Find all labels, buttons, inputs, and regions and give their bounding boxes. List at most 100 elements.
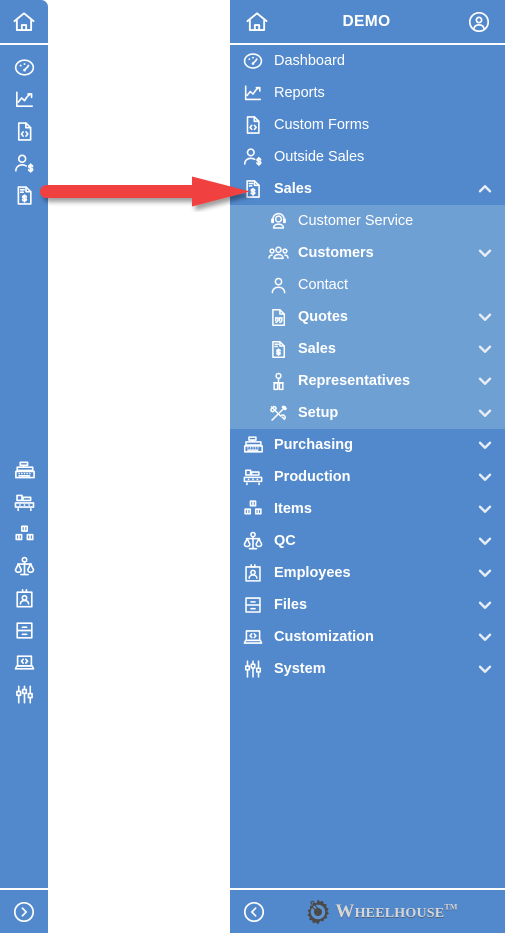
id-badge-icon	[15, 588, 33, 608]
rail-top-group	[0, 45, 48, 211]
rail-item-sales[interactable]	[0, 179, 48, 211]
menu-item-label: Sales	[274, 181, 312, 197]
menu-item-setup[interactable]: Setup	[230, 397, 505, 429]
menu-item-label: Setup	[298, 405, 339, 421]
home-icon	[13, 11, 35, 31]
scales-icon	[240, 530, 266, 552]
chevron-up-icon[interactable]	[475, 178, 495, 200]
laptop-code-icon	[14, 654, 34, 670]
menu-item-production[interactable]: Production	[230, 461, 505, 493]
menu-item-dashboard[interactable]: Dashboard	[230, 45, 505, 77]
line-chart-icon	[240, 82, 266, 104]
person-icon	[266, 275, 290, 296]
menu-item-sales[interactable]: Sales	[230, 173, 505, 205]
invoice-dollar-icon	[240, 178, 266, 200]
rail-collapse-button[interactable]	[0, 890, 48, 933]
menu-item-purchasing[interactable]: Purchasing	[230, 429, 505, 461]
menu-list: Dashboard Reports Custom Forms Outside Sale…	[230, 45, 505, 888]
chevron-down-icon[interactable]	[475, 626, 495, 648]
cash-register-icon	[14, 460, 35, 478]
menu-item-label: Customer Service	[298, 213, 414, 229]
rail-item-customization[interactable]	[0, 646, 48, 678]
chevron-down-icon[interactable]	[475, 402, 495, 424]
menu-item-label: Quotes	[298, 309, 348, 325]
menu-item-customers[interactable]: Customers	[230, 237, 505, 269]
rail-bottom-divider	[0, 888, 48, 890]
account-button[interactable]	[467, 10, 491, 34]
menu-item-label: Dashboard	[274, 53, 345, 69]
rail-item-reports[interactable]	[0, 83, 48, 115]
gear-logo-icon	[307, 898, 330, 925]
person-dollar-icon	[14, 153, 33, 173]
gauge-icon	[240, 50, 266, 72]
panel-header: DEMO	[230, 0, 505, 43]
rail-item-production[interactable]	[0, 486, 48, 518]
agent-headset-icon	[266, 211, 290, 232]
gauge-icon	[14, 58, 34, 76]
menu-item-qc[interactable]: QC	[230, 525, 505, 557]
file-cabinet-icon	[240, 594, 266, 616]
user-circle-icon	[468, 11, 490, 32]
laptop-code-icon	[240, 626, 266, 648]
chevron-down-icon[interactable]	[475, 338, 495, 360]
page-title: DEMO	[342, 12, 391, 30]
rail-item-files[interactable]	[0, 614, 48, 646]
rail-item-qc[interactable]	[0, 550, 48, 582]
people-group-icon	[266, 243, 290, 264]
rail-item-dashboard[interactable]	[0, 51, 48, 83]
menu-item-label: Customers	[298, 245, 374, 261]
menu-item-sales[interactable]: Sales	[230, 333, 505, 365]
sliders-icon	[240, 658, 266, 680]
menu-item-customization[interactable]: Customization	[230, 621, 505, 653]
rail-item-custom-forms[interactable]	[0, 115, 48, 147]
wheelhouse-logo: WHEELHOUSETM	[266, 897, 505, 927]
rail-item-items[interactable]	[0, 518, 48, 550]
menu-item-representatives[interactable]: Representatives	[230, 365, 505, 397]
menu-item-contact[interactable]: Contact	[230, 269, 505, 301]
chevron-down-icon[interactable]	[475, 658, 495, 680]
menu-item-label: QC	[274, 533, 296, 549]
person-dollar-icon	[240, 146, 266, 168]
chevron-down-icon[interactable]	[475, 594, 495, 616]
menu-item-label: Production	[274, 469, 351, 485]
file-cabinet-icon	[15, 621, 33, 639]
menu-item-system[interactable]: System	[230, 653, 505, 685]
boxes-icon	[240, 498, 266, 520]
tools-icon	[266, 403, 290, 424]
chevron-down-icon[interactable]	[475, 562, 495, 584]
menu-item-custom-forms[interactable]: Custom Forms	[230, 109, 505, 141]
menu-item-quotes[interactable]: Quotes	[230, 301, 505, 333]
rail-home-button[interactable]	[0, 0, 48, 43]
red-arrow-annotation	[40, 176, 250, 207]
conveyor-icon	[240, 466, 266, 488]
chevron-down-icon[interactable]	[475, 306, 495, 328]
menu-item-label: Reports	[274, 85, 325, 101]
navigation-panel: DEMO Dashboard Reports Custom Forms Outside…	[230, 0, 505, 933]
menu-item-customer-service[interactable]: Customer Service	[230, 205, 505, 237]
menu-item-employees[interactable]: Employees	[230, 557, 505, 589]
chevron-down-icon[interactable]	[475, 434, 495, 456]
menu-item-label: Customization	[274, 629, 374, 645]
wheelhouse-wordmark: WHEELHOUSETM	[335, 902, 457, 921]
chevron-down-icon[interactable]	[475, 370, 495, 392]
menu-item-label: Contact	[298, 277, 348, 293]
rail-item-system[interactable]	[0, 678, 48, 710]
rail-item-purchasing[interactable]	[0, 454, 48, 486]
chevron-down-icon[interactable]	[475, 466, 495, 488]
quote-document-icon	[266, 307, 290, 328]
invoice-dollar-icon	[17, 185, 32, 205]
header-home-button[interactable]	[244, 9, 270, 35]
chevron-down-icon[interactable]	[475, 242, 495, 264]
menu-item-reports[interactable]: Reports	[230, 77, 505, 109]
rail-item-employees[interactable]	[0, 582, 48, 614]
menu-item-outside-sales[interactable]: Outside Sales	[230, 141, 505, 173]
panel-collapse-button[interactable]	[242, 900, 266, 924]
menu-item-items[interactable]: Items	[230, 493, 505, 525]
chevron-down-icon[interactable]	[475, 498, 495, 520]
menu-item-label: Sales	[298, 341, 336, 357]
sliders-icon	[15, 684, 33, 704]
rail-item-outside-sales[interactable]	[0, 147, 48, 179]
chevron-down-icon[interactable]	[475, 530, 495, 552]
menu-item-files[interactable]: Files	[230, 589, 505, 621]
line-chart-icon	[15, 90, 33, 107]
